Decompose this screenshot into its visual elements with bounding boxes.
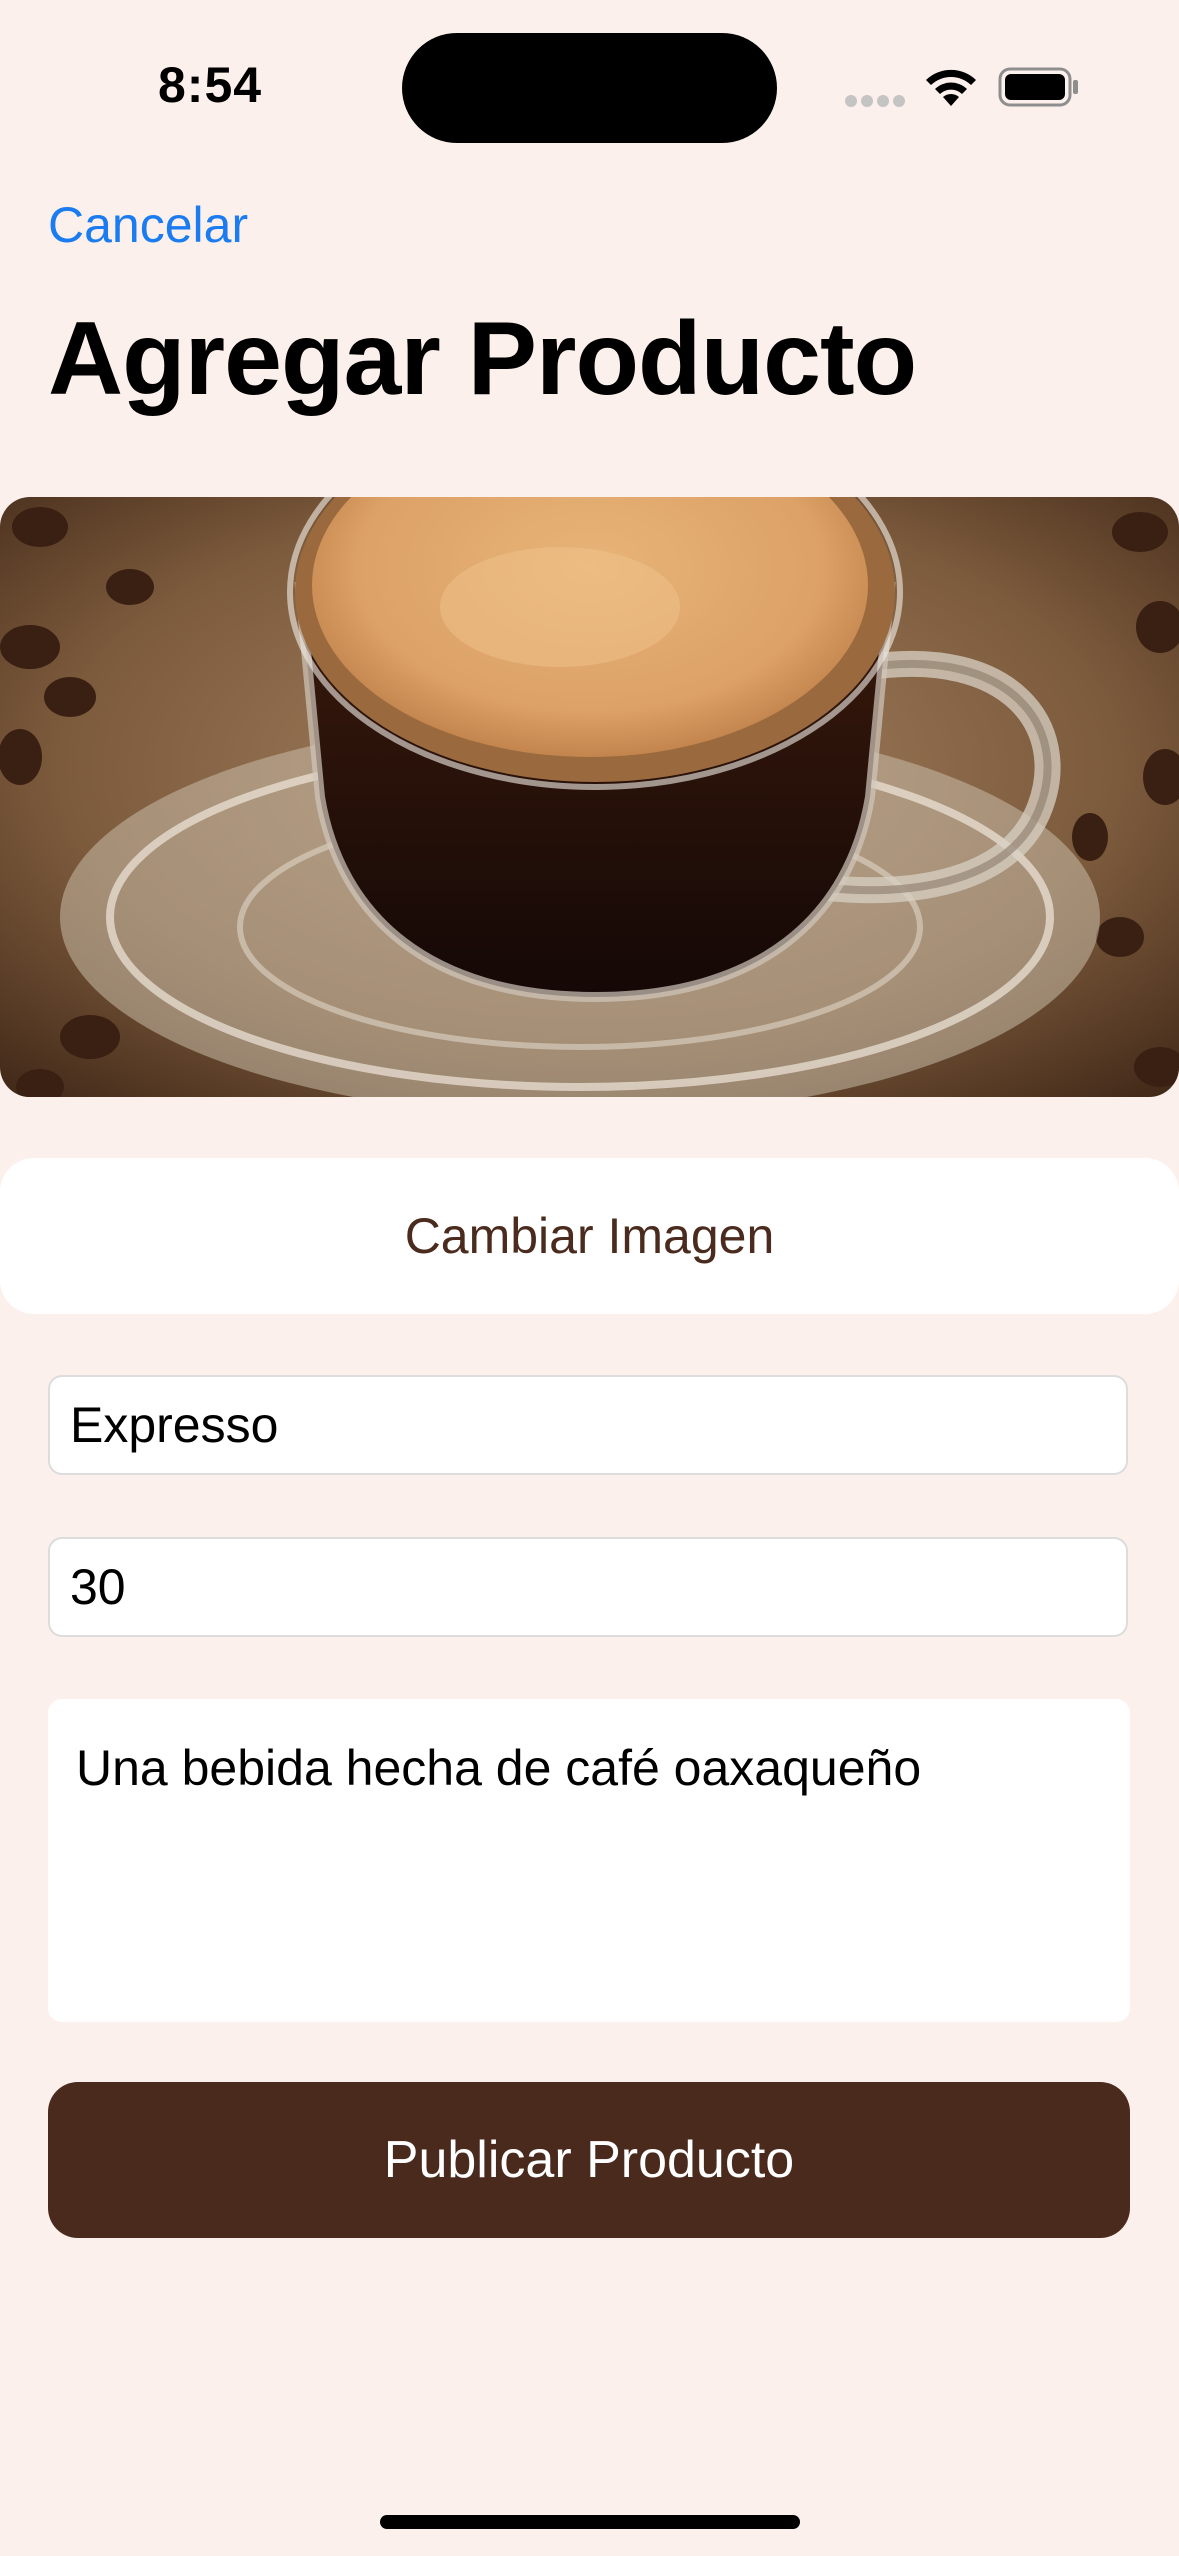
battery-icon (998, 67, 1078, 107)
home-indicator[interactable] (380, 2515, 800, 2529)
page-title: Agregar Producto (48, 301, 917, 417)
cellular-signal-icon (845, 95, 905, 107)
dynamic-island (402, 33, 777, 143)
wifi-icon (926, 69, 976, 106)
product-name-field[interactable]: Expresso (48, 1375, 1128, 1475)
cancel-button[interactable]: Cancelar (48, 196, 248, 254)
status-time: 8:54 (158, 57, 263, 113)
status-bar: 8:54 (0, 0, 1179, 160)
change-image-button[interactable]: Cambiar Imagen (0, 1158, 1179, 1314)
espresso-cup-icon (0, 497, 1179, 1097)
publish-product-button[interactable]: Publicar Producto (48, 2082, 1130, 2238)
product-price-field[interactable]: 30 (48, 1537, 1128, 1637)
product-description-field[interactable]: Una bebida hecha de café oaxaqueño (48, 1699, 1130, 2022)
product-image (0, 497, 1179, 1097)
